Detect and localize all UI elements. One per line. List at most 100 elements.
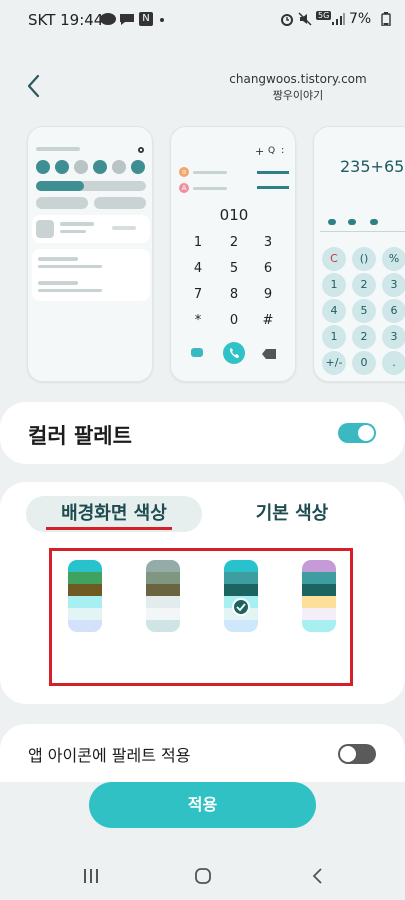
swatch-color-band <box>302 620 336 632</box>
call-icon <box>223 342 245 364</box>
swatch-color-band <box>224 584 258 596</box>
preview-quick-panel <box>27 126 153 382</box>
app-icon-palette-row[interactable]: 앱 아이콘에 팔레트 적용 <box>0 724 405 782</box>
signal-icon <box>332 13 345 25</box>
preview-calculator: 235+650+3 C()%123456123+/-0. <box>313 126 405 382</box>
naver-icon: N <box>139 12 153 26</box>
dialer-key: 5 <box>229 261 239 276</box>
preview-dialer: + Q : a A 010 1 2 3 4 5 6 7 8 9 * 0 # <box>170 126 296 382</box>
contact-avatar-1: a <box>179 167 189 177</box>
swatch-color-band <box>68 596 102 608</box>
swatch-color-band <box>224 620 258 632</box>
navigation-bar <box>0 850 405 900</box>
swatch-color-band <box>146 584 180 596</box>
dialer-add-icon: + <box>255 145 265 158</box>
bluetooth-icon <box>74 160 88 174</box>
swatch-color-band <box>302 608 336 620</box>
color-palette-label: 컬러 팔레트 <box>28 424 132 448</box>
calc-key: 2 <box>352 273 376 297</box>
tab-basic-colors[interactable]: 기본 색상 <box>222 496 362 532</box>
apply-button[interactable]: 적용 <box>89 782 316 828</box>
dialer-key: 1 <box>193 235 203 250</box>
flashlight-icon <box>131 160 145 174</box>
swatch-color-band <box>68 560 102 572</box>
selected-check-icon <box>232 598 250 616</box>
swatch-color-band <box>146 572 180 584</box>
swatch-color-band <box>224 560 258 572</box>
calc-key: 1 <box>322 273 346 297</box>
dialer-key: 8 <box>229 287 239 302</box>
app-icon-palette-label: 앱 아이콘에 팔레트 적용 <box>28 746 191 765</box>
video-call-icon <box>191 348 203 357</box>
dialer-key: 4 <box>193 261 203 276</box>
palette-swatch[interactable] <box>68 560 102 632</box>
calc-key: 0 <box>352 351 376 375</box>
swatch-color-band <box>68 620 102 632</box>
settings-icon <box>138 147 144 153</box>
calc-key: +/- <box>322 351 346 375</box>
swatch-color-band <box>68 572 102 584</box>
alarm-icon <box>281 14 293 26</box>
app-icon-palette-toggle[interactable] <box>338 744 376 764</box>
airplane-icon <box>112 160 126 174</box>
nav-back-icon[interactable] <box>310 867 324 885</box>
dialer-key: 3 <box>263 235 273 250</box>
swatch-color-band <box>146 560 180 572</box>
palette-selection-panel: 배경화면 색상 기본 색상 <box>0 482 405 704</box>
swatch-color-band <box>302 572 336 584</box>
status-bar: SKT 19:44 N 5G 7% <box>0 0 405 40</box>
dialer-key: * <box>194 313 202 328</box>
blog-watermark-name: 짱우이야기 <box>272 89 324 102</box>
backspace-icon <box>262 349 276 359</box>
swatch-color-band <box>302 596 336 608</box>
back-arrow-icon[interactable] <box>22 72 46 100</box>
dialer-key: 0 <box>229 313 239 328</box>
swatch-color-band <box>302 584 336 596</box>
calc-key: 1 <box>322 325 346 349</box>
palette-swatch[interactable] <box>302 560 336 632</box>
blog-watermark-url: changwoos.tistory.com <box>229 72 367 86</box>
mute-icon <box>298 12 312 26</box>
swatch-color-band <box>68 608 102 620</box>
chat-bubble-icon <box>120 14 134 25</box>
calc-key: 2 <box>352 325 376 349</box>
swatch-color-band <box>68 584 102 596</box>
recent-apps-icon[interactable] <box>82 868 100 884</box>
swatch-color-band <box>302 560 336 572</box>
calc-key: () <box>352 247 376 271</box>
calc-key: 4 <box>322 299 346 323</box>
calc-key: 6 <box>382 299 405 323</box>
calc-key: 3 <box>382 325 405 349</box>
calc-key: 5 <box>352 299 376 323</box>
calc-key: 3 <box>382 273 405 297</box>
swatch-color-band <box>146 596 180 608</box>
home-icon[interactable] <box>194 867 212 885</box>
tab-highlight-underline <box>46 527 172 530</box>
wifi-icon <box>36 160 50 174</box>
color-palette-toggle[interactable] <box>338 423 376 443</box>
sound-icon <box>55 160 69 174</box>
calc-expression: 235+650+3 <box>340 157 405 176</box>
calc-key: % <box>382 247 405 271</box>
rotate-icon <box>93 160 107 174</box>
status-carrier-time: SKT 19:44 <box>28 11 104 29</box>
dialer-search-icon: Q <box>268 146 276 156</box>
swatch-color-band <box>146 620 180 632</box>
dialer-key: 2 <box>229 235 239 250</box>
dialer-key: 6 <box>263 261 273 276</box>
swatch-color-band <box>224 572 258 584</box>
color-palette-row[interactable]: 컬러 팔레트 <box>0 402 405 464</box>
battery-percent: 7% <box>349 11 372 27</box>
dialer-more-icon: : <box>281 145 285 156</box>
calc-key: C <box>322 247 346 271</box>
more-notifications-dot <box>160 18 164 22</box>
contact-avatar-2: A <box>179 183 189 193</box>
dialer-key: # <box>262 313 274 328</box>
network-type-badge: 5G <box>316 11 332 20</box>
battery-icon <box>381 12 391 26</box>
swatch-color-band <box>146 608 180 620</box>
dialer-key: 7 <box>193 287 203 302</box>
palette-swatch[interactable] <box>224 560 258 632</box>
palette-swatch[interactable] <box>146 560 180 632</box>
calc-key: . <box>382 351 405 375</box>
